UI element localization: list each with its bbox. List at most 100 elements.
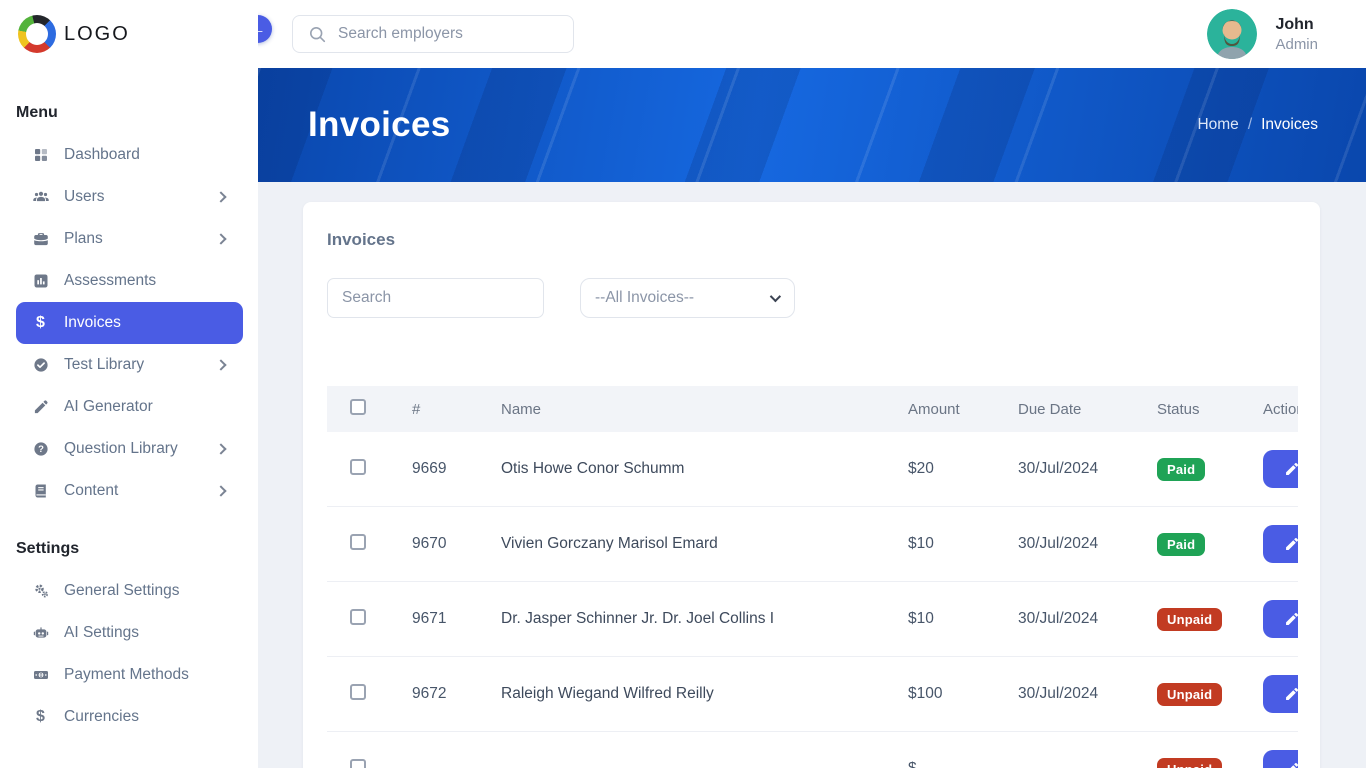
- status-badge: Unpaid: [1157, 682, 1223, 706]
- logo-icon: [18, 15, 56, 53]
- edit-invoice-button[interactable]: [1263, 450, 1298, 488]
- user-role: Admin: [1275, 35, 1318, 53]
- invoices-table: # Name Amount Due Date Status Actions 96…: [327, 386, 1298, 768]
- breadcrumb-home-link[interactable]: Home: [1197, 116, 1238, 134]
- invoice-name: Vivien Gorczany Marisol Emard: [501, 535, 718, 552]
- chevron-right-icon: [215, 191, 227, 203]
- invoice-due-date: 30/Jul/2024: [1018, 685, 1099, 702]
- chevron-down-icon: [769, 290, 782, 303]
- gears-icon: [32, 583, 49, 600]
- sidebar-item-users[interactable]: Users: [16, 176, 243, 218]
- sidebar-item-general-settings[interactable]: General Settings: [16, 570, 243, 612]
- sidebar-item-payment-methods[interactable]: 0 Payment Methods: [16, 654, 243, 696]
- pencil-icon: [1285, 462, 1298, 475]
- dashboard-icon: [32, 147, 49, 164]
- row-checkbox[interactable]: [350, 458, 366, 475]
- page-banner: Invoices Home / Invoices: [258, 68, 1366, 182]
- question-circle-icon: ?: [32, 441, 49, 458]
- invoice-id: 9669: [412, 460, 447, 477]
- sidebar-item-label: Test Library: [64, 356, 145, 373]
- status-badge: Unpaid: [1157, 757, 1223, 768]
- invoice-search-input[interactable]: [327, 278, 544, 318]
- content-area: Invoices --All Invoices-- # Name Amount …: [258, 182, 1366, 768]
- sidebar-item-question-library[interactable]: ? Question Library: [16, 428, 243, 470]
- sidebar-item-label: AI Settings: [64, 624, 139, 641]
- sidebar-item-test-library[interactable]: Test Library: [16, 344, 243, 386]
- row-checkbox[interactable]: [350, 608, 366, 625]
- sidebar-item-currencies[interactable]: $ Currencies: [16, 696, 243, 738]
- main-area: ← John: [244, 0, 1366, 768]
- invoice-due-date: 30/Jul/2024: [1018, 460, 1099, 477]
- sidebar-item-label: Invoices: [64, 314, 121, 331]
- menu-list: Dashboard Users Plans Assessments $ Invo…: [16, 134, 243, 512]
- invoice-id: 9671: [412, 610, 447, 627]
- table-header: # Name Amount Due Date Status Actions: [327, 386, 1298, 432]
- user-menu[interactable]: John Admin: [1207, 9, 1318, 59]
- table-row: $ Unpaid: [327, 732, 1298, 768]
- sidebar-item-label: General Settings: [64, 582, 180, 599]
- invoice-filter-select[interactable]: --All Invoices--: [580, 278, 795, 318]
- row-checkbox[interactable]: [350, 533, 366, 550]
- users-icon: [32, 189, 49, 206]
- search-icon: [309, 26, 326, 42]
- banknote-icon: 0: [32, 667, 49, 684]
- dollar-icon: $: [36, 314, 45, 331]
- sidebar-item-ai-settings[interactable]: AI Settings: [16, 612, 243, 654]
- sidebar-item-ai-generator[interactable]: AI Generator: [16, 386, 243, 428]
- status-badge: Unpaid: [1157, 607, 1223, 631]
- breadcrumb-separator: /: [1247, 116, 1253, 133]
- sidebar-item-assessments[interactable]: Assessments: [16, 260, 243, 302]
- panel-title: Invoices: [327, 230, 396, 249]
- edit-invoice-button[interactable]: [1263, 600, 1298, 638]
- invoice-due-date: 30/Jul/2024: [1018, 535, 1099, 552]
- chevron-right-icon: [215, 233, 227, 245]
- logo-text: LOGO: [64, 22, 130, 45]
- check-circle-icon: [32, 357, 49, 374]
- edit-invoice-button[interactable]: [1263, 525, 1298, 563]
- header-name: Name: [501, 400, 542, 418]
- header-due-date: Due Date: [1018, 400, 1082, 418]
- brand-logo[interactable]: LOGO: [0, 0, 258, 68]
- bar-chart-icon: [32, 273, 49, 290]
- chevron-right-icon: [215, 485, 227, 497]
- invoices-panel: Invoices --All Invoices-- # Name Amount …: [303, 202, 1320, 768]
- book-icon: [32, 483, 49, 500]
- invoice-id: 9672: [412, 685, 447, 702]
- pencil-icon: [1285, 612, 1298, 625]
- sidebar: LOGO Menu Dashboard Users Plans Assessme…: [0, 0, 258, 768]
- robot-icon: [32, 625, 49, 642]
- sidebar-item-invoices[interactable]: $ Invoices: [16, 302, 243, 344]
- menu-heading: Menu: [16, 104, 58, 121]
- settings-list: General Settings AI Settings 0 Payment M…: [16, 570, 243, 738]
- status-badge: Paid: [1157, 457, 1206, 481]
- edit-invoice-button[interactable]: [1263, 750, 1298, 768]
- sidebar-item-dashboard[interactable]: Dashboard: [16, 134, 243, 176]
- sidebar-item-label: Assessments: [64, 272, 157, 289]
- breadcrumb: Home / Invoices: [1197, 116, 1318, 134]
- search-input[interactable]: [338, 25, 561, 43]
- svg-text:0: 0: [39, 673, 42, 679]
- table-row: 9670 Vivien Gorczany Marisol Emard $10 3…: [327, 507, 1298, 582]
- invoice-name: Dr. Jasper Schinner Jr. Dr. Joel Collins…: [501, 610, 775, 627]
- invoice-name: Otis Howe Conor Schumm: [501, 460, 685, 477]
- header-actions: Actions: [1263, 400, 1298, 418]
- row-checkbox[interactable]: [350, 683, 366, 700]
- sidebar-item-content[interactable]: Content: [16, 470, 243, 512]
- avatar: [1207, 9, 1258, 59]
- row-checkbox[interactable]: [350, 758, 366, 768]
- sidebar-item-label: Question Library: [64, 440, 178, 457]
- table-row: 9672 Raleigh Wiegand Wilfred Reilly $100…: [327, 657, 1298, 732]
- sidebar-item-label: Content: [64, 482, 119, 499]
- header-amount: Amount: [908, 400, 960, 418]
- page-title: Invoices: [308, 105, 451, 144]
- invoice-filter-value: --All Invoices--: [595, 289, 695, 306]
- invoice-due-date: 30/Jul/2024: [1018, 610, 1099, 627]
- dollar-icon: $: [36, 708, 45, 725]
- select-all-checkbox[interactable]: [350, 399, 366, 415]
- edit-invoice-button[interactable]: [1263, 675, 1298, 713]
- sidebar-item-label: Payment Methods: [64, 666, 189, 683]
- sidebar-item-plans[interactable]: Plans: [16, 218, 243, 260]
- sidebar-item-label: Dashboard: [64, 146, 140, 163]
- table-row: 9669 Otis Howe Conor Schumm $20 30/Jul/2…: [327, 432, 1298, 507]
- topbar-search: [292, 15, 574, 53]
